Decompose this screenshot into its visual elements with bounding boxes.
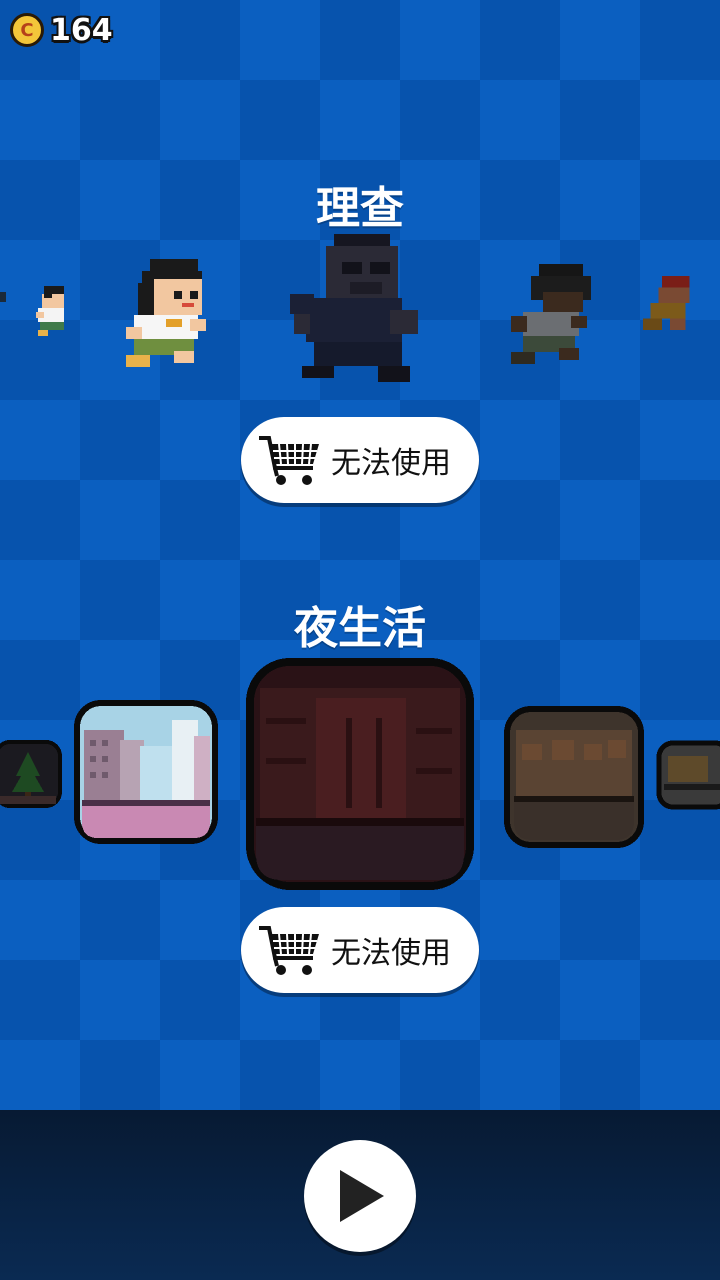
stage-buy-label: 无法使用 xyxy=(331,936,451,971)
stage-thumbnail-christmas[interactable] xyxy=(0,740,62,808)
character-sprite-red-hat-kid[interactable] xyxy=(642,276,694,334)
shopping-cart-icon xyxy=(259,926,319,975)
shopping-cart-icon xyxy=(259,436,319,485)
stage-thumbnail-city[interactable] xyxy=(74,700,218,844)
character-carousel[interactable] xyxy=(0,230,720,390)
character-sprite-small-boy[interactable] xyxy=(32,286,76,336)
stage-buy-button[interactable]: 无法使用 xyxy=(241,907,479,993)
coin-icon: C xyxy=(10,13,44,47)
character-sprite-richard[interactable] xyxy=(290,234,430,386)
play-button[interactable] xyxy=(304,1140,416,1252)
stage-thumbnail-market[interactable] xyxy=(504,706,644,848)
play-icon xyxy=(340,1170,384,1222)
coin-count: 164 xyxy=(50,12,113,48)
character-sprite-offscreen-left[interactable] xyxy=(0,292,8,304)
stage-name: 夜生活 xyxy=(294,603,426,654)
coin-counter: C 164 xyxy=(10,10,113,50)
stage-thumbnail-nightlife[interactable] xyxy=(246,658,474,890)
character-sprite-girl[interactable] xyxy=(122,258,214,368)
character-name: 理查 xyxy=(316,183,404,234)
character-buy-label: 无法使用 xyxy=(331,446,451,481)
character-sprite-afro-boy[interactable] xyxy=(506,264,596,364)
stage-carousel[interactable] xyxy=(0,656,720,892)
stage-thumbnail-offscreen-right[interactable] xyxy=(656,740,720,810)
character-buy-button[interactable]: 无法使用 xyxy=(241,417,479,503)
